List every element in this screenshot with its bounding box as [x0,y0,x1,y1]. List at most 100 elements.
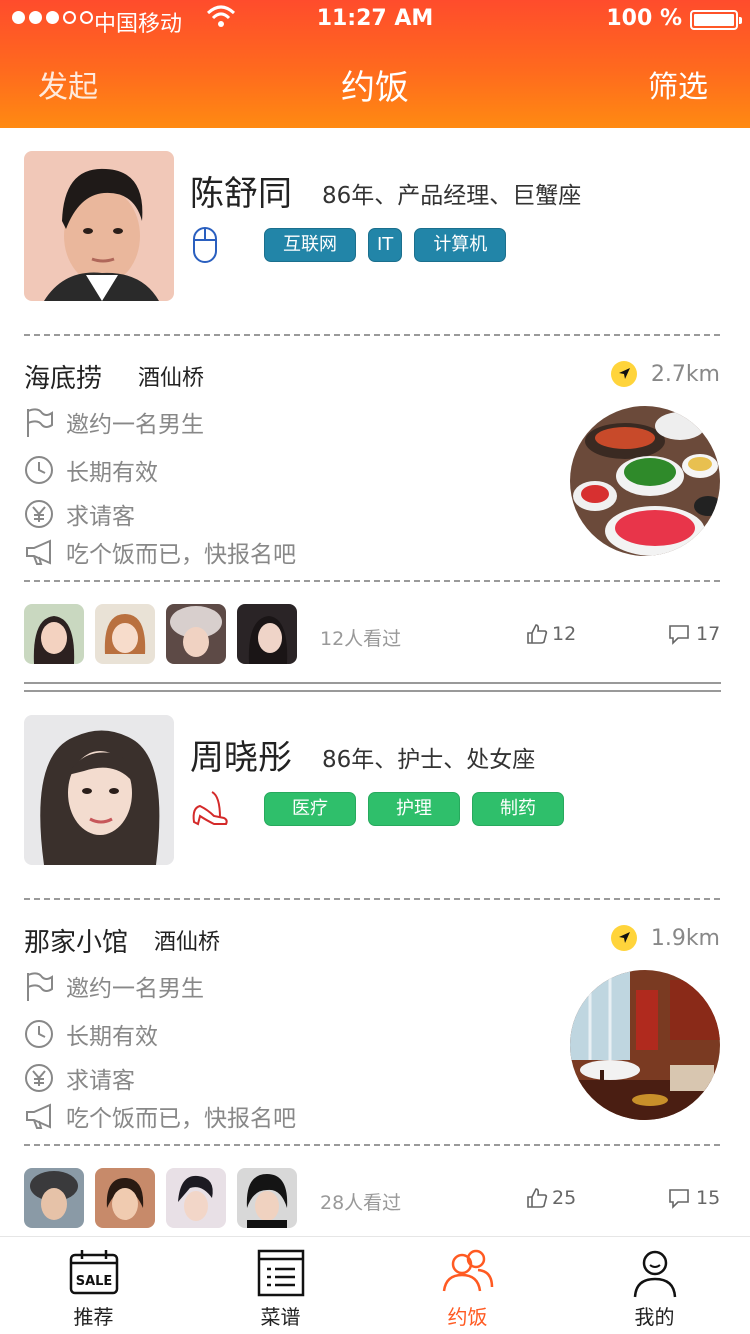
payment-text: 求请客 [66,1068,135,1094]
validity-text: 长期有效 [66,1024,158,1050]
viewer-avatar[interactable] [166,604,226,664]
clock-icon [24,1019,54,1049]
mouse-icon [190,226,220,268]
tag-list: 医疗 护理 制药 [264,792,564,826]
viewer-avatars [24,604,297,664]
yen-icon [24,1063,54,1093]
tag[interactable]: 互联网 [264,228,356,262]
viewer-avatar[interactable] [24,1168,84,1228]
viewer-avatar[interactable] [166,1168,226,1228]
divider [24,334,720,336]
tab-label: 推荐 [73,1305,114,1329]
status-bar: 中国移动 11:27 AM 100 % [0,0,750,40]
like-button[interactable]: 12 [526,623,576,645]
distance: 1.9km [650,926,720,951]
payment-text: 求请客 [66,504,135,530]
flag-icon [24,407,54,437]
comment-button[interactable]: 17 [668,623,720,645]
thumbs-up-icon [527,1188,548,1208]
high-heel-icon [190,788,230,832]
distance: 2.7km [650,362,720,387]
divider [24,1144,720,1146]
like-count: 25 [552,1187,577,1209]
filter-button[interactable]: 筛选 [648,62,708,106]
slogan-text: 吃个饭而已，快报名吧 [66,542,296,568]
location-arrow-icon [611,361,637,387]
tab-bar: SALE 推荐 菜谱 约饭 我的 [0,1236,750,1334]
tab-me[interactable]: 我的 [561,1237,748,1334]
tag[interactable]: IT [368,228,403,262]
tag[interactable]: 计算机 [414,228,507,262]
battery-icon [690,10,742,30]
megaphone-icon [24,537,54,567]
battery-percent: 100 % [606,6,682,31]
district-name: 酒仙桥 [154,930,221,955]
comment-button[interactable]: 15 [668,1187,720,1209]
comment-icon [669,1189,689,1209]
invite-text: 邀约一名男生 [66,976,204,1002]
validity-row: 长期有效 [24,1017,158,1051]
invite-row: 邀约一名男生 [24,969,204,1003]
tab-dine[interactable]: 约饭 [374,1237,561,1334]
viewer-avatar[interactable] [237,604,297,664]
header: 中国移动 11:27 AM 100 % 发起 约饭 筛选 [0,0,750,128]
location-arrow-icon [611,925,637,951]
page-title: 约饭 [341,68,409,108]
tab-label: 约饭 [447,1305,488,1329]
invite-row: 邀约一名男生 [24,405,204,439]
viewer-avatar[interactable] [237,1168,297,1228]
post-card[interactable]: 陈舒同 86年、产品经理、巨蟹座 互联网 IT 计算机 海底捞 酒仙桥 2.7k… [0,128,750,683]
district-name: 酒仙桥 [138,366,205,391]
tab-label: 菜谱 [260,1305,301,1329]
invite-text: 邀约一名男生 [66,412,204,438]
avatar[interactable] [24,715,174,865]
viewer-avatar[interactable] [24,604,84,664]
view-count: 28人看过 [320,1192,402,1214]
thumbs-up-icon [527,624,548,644]
payment-row: 求请客 [24,497,135,531]
tag[interactable]: 医疗 [264,792,356,826]
user-name: 陈舒同 [190,174,292,214]
payment-row: 求请客 [24,1061,135,1095]
viewer-avatar[interactable] [95,604,155,664]
like-button[interactable]: 25 [526,1187,576,1209]
slogan-row: 吃个饭而已，快报名吧 [24,535,296,569]
tag[interactable]: 制药 [472,792,564,826]
clock-icon [24,455,54,485]
flag-icon [24,971,54,1001]
viewer-avatar[interactable] [95,1168,155,1228]
restaurant-name[interactable]: 海底捞 [24,358,102,395]
comment-icon [669,625,689,645]
viewer-avatars [24,1168,297,1228]
menu-list-icon [257,1249,305,1301]
launch-button[interactable]: 发起 [38,62,98,106]
megaphone-icon [24,1101,54,1131]
restaurant-photo[interactable] [570,970,720,1120]
user-meta: 86年、产品经理、巨蟹座 [322,183,582,209]
user-icon [632,1249,678,1303]
like-count: 12 [552,623,577,645]
avatar[interactable] [24,151,174,301]
sale-calendar-icon: SALE [69,1249,119,1299]
svg-text:SALE: SALE [75,1274,112,1289]
people-icon [440,1249,496,1299]
divider [24,898,720,900]
user-name: 周晓彤 [190,738,292,778]
tab-recommend[interactable]: SALE 推荐 [0,1237,187,1334]
tab-recipes[interactable]: 菜谱 [187,1237,374,1334]
divider [24,580,720,582]
validity-row: 长期有效 [24,453,158,487]
post-card[interactable]: 周晓彤 86年、护士、处女座 医疗 护理 制药 那家小馆 酒仙桥 1.9km 邀… [0,692,750,1237]
comment-count: 17 [696,623,721,645]
post-separator [24,682,721,692]
slogan-row: 吃个饭而已，快报名吧 [24,1099,296,1133]
slogan-text: 吃个饭而已，快报名吧 [66,1106,296,1132]
validity-text: 长期有效 [66,460,158,486]
view-count: 12人看过 [320,628,402,650]
yen-icon [24,499,54,529]
tag[interactable]: 护理 [368,792,460,826]
restaurant-name[interactable]: 那家小馆 [24,922,128,959]
restaurant-photo[interactable] [570,406,720,556]
comment-count: 15 [696,1187,721,1209]
user-meta: 86年、护士、处女座 [322,747,536,773]
